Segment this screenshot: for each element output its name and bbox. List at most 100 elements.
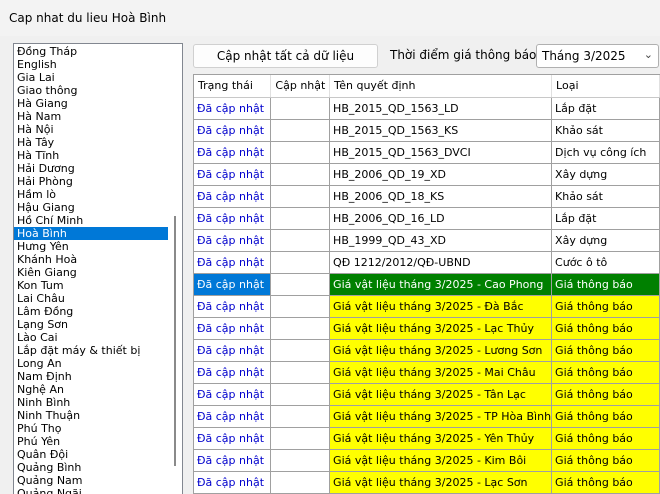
province-list-item[interactable]: Hà Giang	[14, 97, 182, 110]
cell-status[interactable]: Đã cập nhật	[194, 273, 272, 296]
cell-update[interactable]	[270, 97, 331, 120]
province-list-item[interactable]: Lào Cai	[14, 331, 182, 344]
cell-status[interactable]: Đã cập nhật	[194, 163, 272, 186]
cell-update[interactable]	[270, 251, 331, 274]
province-list-item[interactable]: English	[14, 58, 182, 71]
table-row[interactable]: Đã cập nhật Giá vật liệu tháng 3/2025 - L…	[194, 317, 660, 340]
column-header-type[interactable]: Loại	[551, 75, 660, 98]
province-list-item[interactable]: Khánh Hoà	[14, 253, 182, 266]
cell-status[interactable]: Đã cập nhật	[194, 471, 272, 494]
cell-decision-name[interactable]: Giá vật liệu tháng 3/2025 - TP Hòa Bình	[329, 405, 553, 428]
cell-update[interactable]	[270, 185, 331, 208]
cell-decision-name[interactable]: HB_2006_QD_18_KS	[329, 185, 553, 208]
cell-decision-name[interactable]: Giá vật liệu tháng 3/2025 - Kim Bôi	[329, 449, 553, 472]
decision-grid[interactable]: Trạng thái Cập nhật Tên quyết định Loại …	[193, 74, 660, 494]
cell-status[interactable]: Đã cập nhật	[194, 317, 272, 340]
table-row[interactable]: Đã cập nhật Giá vật liệu tháng 3/2025 - L…	[194, 471, 660, 494]
cell-update[interactable]	[270, 383, 331, 406]
update-all-button[interactable]: Cập nhật tất cả dữ liệu	[193, 44, 378, 68]
cell-status[interactable]: Đã cập nhật	[194, 251, 272, 274]
cell-type[interactable]: Lắp đặt	[551, 207, 660, 230]
province-list-item[interactable]: Kon Tum	[14, 279, 182, 292]
province-list-item[interactable]: Phú Yên	[14, 435, 182, 448]
cell-status[interactable]: Đã cập nhật	[194, 207, 272, 230]
table-row[interactable]: Đã cập nhật Giá vật liệu tháng 3/2025 - T…	[194, 405, 660, 428]
table-row[interactable]: Đã cập nhật Giá vật liệu tháng 3/2025 - K…	[194, 449, 660, 472]
cell-update[interactable]	[270, 339, 331, 362]
province-list-item[interactable]: Hồ Chí Minh	[14, 214, 182, 227]
cell-decision-name[interactable]: Giá vật liệu tháng 3/2025 - Yên Thủy	[329, 427, 553, 450]
cell-type[interactable]: Khảo sát	[551, 119, 660, 142]
cell-type[interactable]: Giá thông báo	[551, 449, 660, 472]
cell-status[interactable]: Đã cập nhật	[194, 229, 272, 252]
table-row[interactable]: Đã cập nhật HB_2006_QD_18_KS Khảo sát	[194, 185, 660, 208]
province-list-item[interactable]: Hà Nội	[14, 123, 182, 136]
cell-type[interactable]: Giá thông báo	[551, 339, 660, 362]
table-row[interactable]: Đã cập nhật Giá vật liệu tháng 3/2025 - C…	[194, 273, 660, 296]
cell-update[interactable]	[270, 427, 331, 450]
cell-decision-name[interactable]: HB_2015_QD_1563_KS	[329, 119, 553, 142]
cell-update[interactable]	[270, 229, 331, 252]
province-list-item[interactable]: Quảng Bình	[14, 461, 182, 474]
province-list-item[interactable]: Kiên Giang	[14, 266, 182, 279]
cell-status[interactable]: Đã cập nhật	[194, 449, 272, 472]
cell-decision-name[interactable]: Giá vật liệu tháng 3/2025 - Mai Châu	[329, 361, 553, 384]
province-list-item[interactable]: Hải Phòng	[14, 175, 182, 188]
cell-decision-name[interactable]: HB_2015_QD_1563_LD	[329, 97, 553, 120]
table-row[interactable]: Đã cập nhật Giá vật liệu tháng 3/2025 - T…	[194, 383, 660, 406]
cell-status[interactable]: Đã cập nhật	[194, 185, 272, 208]
cell-decision-name[interactable]: Giá vật liệu tháng 3/2025 - Đà Bắc	[329, 295, 553, 318]
cell-update[interactable]	[270, 471, 331, 494]
table-row[interactable]: Đã cập nhật HB_2015_QD_1563_KS Khảo sát	[194, 119, 660, 142]
month-select[interactable]: Tháng 3/2025 ⌄	[536, 44, 659, 68]
province-list-item[interactable]: Quảng Ngãi	[14, 487, 182, 494]
cell-update[interactable]	[270, 449, 331, 472]
cell-type[interactable]: Giá thông báo	[551, 427, 660, 450]
province-list-item[interactable]: Ninh Bình	[14, 396, 182, 409]
column-header-status[interactable]: Trạng thái	[194, 75, 272, 98]
province-list-item[interactable]: Nghệ An	[14, 383, 182, 396]
cell-type[interactable]: Giá thông báo	[551, 471, 660, 494]
cell-status[interactable]: Đã cập nhật	[194, 427, 272, 450]
province-list-item[interactable]: Long An	[14, 357, 182, 370]
cell-update[interactable]	[270, 405, 331, 428]
cell-status[interactable]: Đã cập nhật	[194, 383, 272, 406]
province-list-item[interactable]: Phú Thọ	[14, 422, 182, 435]
cell-update[interactable]	[270, 207, 331, 230]
province-list-item[interactable]: Quảng Nam	[14, 474, 182, 487]
province-list-scrollbar[interactable]	[168, 44, 182, 494]
cell-decision-name[interactable]: Giá vật liệu tháng 3/2025 - Lạc Sơn	[329, 471, 553, 494]
province-list-item[interactable]: Hầm lò	[14, 188, 182, 201]
province-list-item[interactable]: Hậu Giang	[14, 201, 182, 214]
table-row[interactable]: Đã cập nhật Giá vật liệu tháng 3/2025 - Đ…	[194, 295, 660, 318]
cell-decision-name[interactable]: Giá vật liệu tháng 3/2025 - Cao Phong	[329, 273, 553, 296]
cell-decision-name[interactable]: HB_2015_QD_1563_DVCI	[329, 141, 553, 164]
cell-status[interactable]: Đã cập nhật	[194, 361, 272, 384]
cell-update[interactable]	[270, 273, 331, 296]
cell-status[interactable]: Đã cập nhật	[194, 295, 272, 318]
cell-update[interactable]	[270, 295, 331, 318]
cell-type[interactable]: Giá thông báo	[551, 383, 660, 406]
cell-decision-name[interactable]: HB_2006_QD_16_LD	[329, 207, 553, 230]
province-list-item[interactable]: Hà Nam	[14, 110, 182, 123]
column-header-update[interactable]: Cập nhật	[270, 75, 331, 98]
cell-update[interactable]	[270, 317, 331, 340]
cell-status[interactable]: Đã cập nhật	[194, 119, 272, 142]
province-list[interactable]: Đồng Tháp English Gia Lai Giao thông Hà Gian…	[13, 43, 183, 494]
cell-type[interactable]: Cước ô tô	[551, 251, 660, 274]
province-list-item[interactable]: Nam Định	[14, 370, 182, 383]
cell-decision-name[interactable]: HB_1999_QD_43_XD	[329, 229, 553, 252]
table-row[interactable]: Đã cập nhật Giá vật liệu tháng 3/2025 - M…	[194, 361, 660, 384]
province-list-item[interactable]: Đồng Tháp	[14, 45, 182, 58]
cell-type[interactable]: Giá thông báo	[551, 361, 660, 384]
cell-type[interactable]: Giá thông báo	[551, 405, 660, 428]
province-list-item[interactable]: Ninh Thuận	[14, 409, 182, 422]
cell-update[interactable]	[270, 119, 331, 142]
province-list-item[interactable]: Giao thông	[14, 84, 182, 97]
cell-type[interactable]: Xây dựng	[551, 229, 660, 252]
cell-decision-name[interactable]: Giá vật liệu tháng 3/2025 - Tân Lạc	[329, 383, 553, 406]
table-row[interactable]: Đã cập nhật HB_1999_QD_43_XD Xây dựng	[194, 229, 660, 252]
chevron-down-icon[interactable]: ⌄	[644, 48, 653, 61]
province-list-item[interactable]: Hà Tây	[14, 136, 182, 149]
province-list-item[interactable]: Lắp đặt máy & thiết bị	[14, 344, 182, 357]
